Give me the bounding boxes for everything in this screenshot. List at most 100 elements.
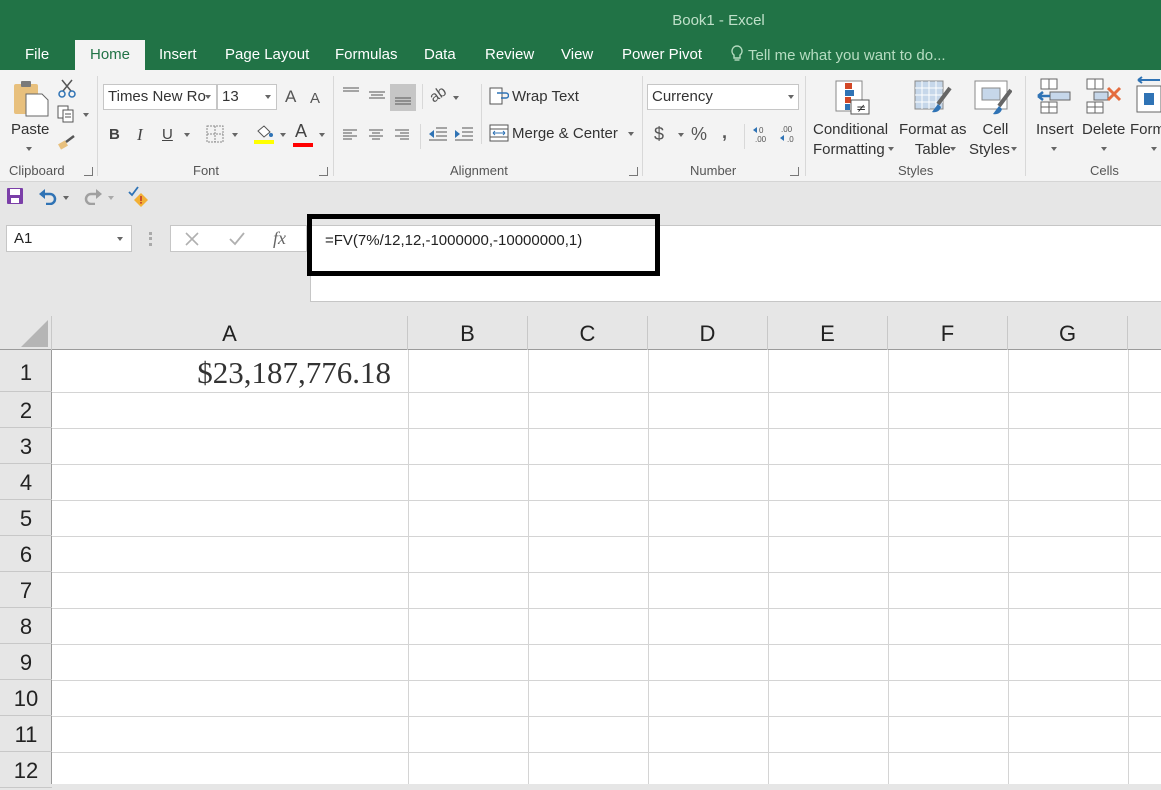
- row-header-8[interactable]: 8: [0, 608, 52, 644]
- format-as-table-caret[interactable]: [950, 147, 956, 151]
- row-header-7[interactable]: 7: [0, 572, 52, 608]
- formula-bar-splitter[interactable]: [149, 232, 152, 246]
- fill-color-icon[interactable]: [254, 123, 274, 150]
- tab-power-pivot[interactable]: Power Pivot: [622, 45, 702, 70]
- column-header-a[interactable]: A: [52, 316, 408, 350]
- conditional-formatting-icon[interactable]: ≠: [835, 80, 871, 121]
- tab-page-layout[interactable]: Page Layout: [225, 45, 309, 70]
- tab-view[interactable]: View: [561, 45, 593, 70]
- row-header-2[interactable]: 2: [0, 392, 52, 428]
- format-painter-icon[interactable]: [58, 134, 76, 155]
- insert-cells-icon[interactable]: [1036, 78, 1072, 119]
- number-launcher[interactable]: [790, 167, 799, 176]
- comma-style-button[interactable]: ,: [722, 123, 727, 141]
- decrease-decimal-icon[interactable]: .00.0: [778, 124, 796, 149]
- cut-icon[interactable]: [58, 78, 76, 103]
- row-header-6[interactable]: 6: [0, 536, 52, 572]
- tell-me-search[interactable]: Tell me what you want to do...: [730, 45, 946, 66]
- merge-center-button[interactable]: Merge & Center: [512, 125, 618, 143]
- increase-indent-icon[interactable]: [454, 126, 474, 147]
- copy-dropdown-caret[interactable]: [83, 113, 89, 117]
- redo-icon[interactable]: [83, 187, 103, 210]
- row-header-10[interactable]: 10: [0, 680, 52, 716]
- decrease-indent-icon[interactable]: [428, 126, 448, 147]
- delete-cells-button[interactable]: Delete: [1082, 121, 1125, 139]
- percent-button[interactable]: %: [691, 125, 707, 143]
- tab-formulas[interactable]: Formulas: [335, 45, 398, 70]
- delete-cells-caret[interactable]: [1101, 147, 1107, 151]
- wrap-text-button[interactable]: Wrap Text: [512, 88, 579, 106]
- currency-button[interactable]: $: [654, 125, 664, 143]
- fill-color-caret[interactable]: [280, 133, 286, 137]
- alignment-launcher[interactable]: [629, 167, 638, 176]
- undo-caret[interactable]: [63, 196, 69, 200]
- italic-button[interactable]: I: [137, 126, 143, 144]
- clipboard-launcher[interactable]: [84, 167, 93, 176]
- font-launcher[interactable]: [319, 167, 328, 176]
- column-header-f[interactable]: F: [888, 316, 1008, 350]
- tab-review[interactable]: Review: [485, 45, 534, 70]
- bold-button[interactable]: B: [109, 126, 120, 144]
- font-name-combo[interactable]: Times New Ro: [103, 84, 217, 110]
- cell-styles-button[interactable]: Cell Styles: [969, 121, 1010, 161]
- align-right-icon[interactable]: [394, 128, 410, 146]
- format-as-table-icon[interactable]: [914, 80, 952, 121]
- column-header-g[interactable]: G: [1008, 316, 1128, 350]
- currency-caret[interactable]: [678, 133, 684, 137]
- bottom-align-button[interactable]: [390, 84, 416, 111]
- format-cells-button[interactable]: Form: [1130, 121, 1161, 139]
- borders-icon[interactable]: [206, 125, 224, 148]
- format-cells-icon[interactable]: [1136, 76, 1161, 119]
- confirm-entry-icon[interactable]: [229, 232, 245, 246]
- select-all-button[interactable]: [0, 316, 52, 350]
- font-color-button[interactable]: A: [295, 122, 307, 140]
- underline-caret[interactable]: [184, 133, 190, 137]
- borders-caret[interactable]: [232, 133, 238, 137]
- delete-cells-icon[interactable]: [1086, 78, 1124, 119]
- middle-align-icon[interactable]: [368, 90, 386, 108]
- align-center-icon[interactable]: [368, 128, 384, 146]
- cancel-entry-icon[interactable]: [185, 232, 199, 246]
- paste-icon[interactable]: [10, 78, 50, 123]
- conditional-formatting-button[interactable]: Conditional Formatting: [813, 121, 888, 161]
- save-icon[interactable]: [7, 188, 23, 209]
- format-as-table-button[interactable]: Format as Table: [899, 121, 967, 161]
- worksheet-grid[interactable]: A B C D E F G 1 2 3 4 5 6 7 8 9 10 11 12…: [0, 316, 1161, 788]
- row-header-5[interactable]: 5: [0, 500, 52, 536]
- merge-center-icon[interactable]: [489, 124, 509, 147]
- conditional-formatting-caret[interactable]: [888, 147, 894, 151]
- grow-font-button[interactable]: A: [285, 88, 296, 106]
- font-name-caret[interactable]: [205, 95, 211, 99]
- row-header-4[interactable]: 4: [0, 464, 52, 500]
- orientation-caret[interactable]: [453, 96, 459, 100]
- font-size-caret[interactable]: [265, 95, 271, 99]
- undo-icon[interactable]: [38, 187, 58, 210]
- shrink-font-button[interactable]: A: [310, 90, 320, 108]
- insert-cells-caret[interactable]: [1051, 147, 1057, 151]
- column-header-b[interactable]: B: [408, 316, 528, 350]
- align-left-icon[interactable]: [342, 128, 358, 146]
- number-format-caret[interactable]: [788, 95, 794, 99]
- tab-insert[interactable]: Insert: [159, 45, 197, 70]
- top-align-icon[interactable]: [342, 86, 360, 104]
- tab-file[interactable]: File: [25, 45, 49, 70]
- wrap-text-icon[interactable]: [489, 87, 510, 110]
- number-format-combo[interactable]: Currency: [647, 84, 799, 110]
- cell-styles-icon[interactable]: [974, 80, 1013, 121]
- tab-home[interactable]: Home: [75, 40, 145, 70]
- row-header-9[interactable]: 9: [0, 644, 52, 680]
- redo-caret[interactable]: [108, 196, 114, 200]
- format-cells-caret[interactable]: [1151, 147, 1157, 151]
- row-header-1[interactable]: 1: [0, 350, 52, 392]
- row-header-12[interactable]: 12: [0, 752, 52, 788]
- paste-dropdown-caret[interactable]: [26, 147, 32, 151]
- increase-decimal-icon[interactable]: 0.00: [752, 124, 770, 149]
- cell-a1[interactable]: $23,187,776.18: [52, 350, 408, 392]
- row-header-3[interactable]: 3: [0, 428, 52, 464]
- font-color-caret[interactable]: [319, 133, 325, 137]
- column-header-d[interactable]: D: [648, 316, 768, 350]
- insert-cells-button[interactable]: Insert: [1036, 121, 1074, 139]
- cell-styles-caret[interactable]: [1011, 147, 1017, 151]
- spelling-check-icon[interactable]: [128, 186, 150, 213]
- name-box-caret[interactable]: [117, 237, 123, 241]
